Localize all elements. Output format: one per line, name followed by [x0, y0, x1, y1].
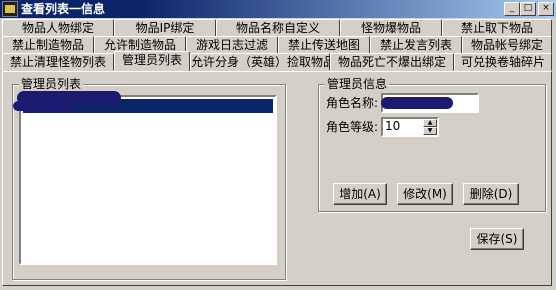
tab-item-player-bind[interactable]: 物品人物绑定 [2, 19, 114, 37]
add-button[interactable]: 增加(A) [333, 183, 387, 205]
admin-list-group: 管理员列表 [12, 77, 286, 280]
window-title: 查看列表一信息 [21, 2, 106, 16]
spin-down-icon[interactable]: ▼ [423, 127, 437, 135]
tab-monster-drop[interactable]: 怪物爆物品 [340, 19, 442, 37]
role-name-label: 角色名称: [326, 96, 379, 110]
spin-up-icon[interactable]: ▲ [423, 119, 437, 127]
tab-forbid-make-item[interactable]: 禁止制造物品 [2, 36, 94, 54]
tab-forbid-remove-item[interactable]: 禁止取下物品 [442, 19, 552, 37]
close-button[interactable]: × [538, 2, 554, 16]
role-level-stepper[interactable]: 10 ▲ ▼ [381, 117, 439, 137]
save-button[interactable]: 保存(S) [470, 228, 524, 250]
title-bar[interactable]: 查看列表一信息 _ □ × [0, 0, 556, 18]
main-window: 查看列表一信息 _ □ × 物品人物绑定 物品IP绑定 物品名称自定义 怪物爆物… [0, 0, 556, 290]
tab-item-account-bind[interactable]: 物品帐号绑定 [462, 36, 552, 54]
role-level-value: 10 [385, 119, 401, 133]
redaction-mark [381, 97, 453, 109]
level-spin-buttons[interactable]: ▲ ▼ [423, 119, 437, 135]
tab-log-filter[interactable]: 游戏日志过滤 [186, 36, 278, 54]
admin-info-label: 管理员信息 [325, 77, 390, 91]
admin-list-label: 管理员列表 [19, 77, 84, 91]
modify-button[interactable]: 修改(M) [397, 183, 453, 205]
admin-info-group: 管理员信息 角色名称: 角色等级: 10 ▲ ▼ 增加(A) 修改(M) 删除(… [318, 77, 546, 212]
tab-forbid-speak-list[interactable]: 禁止发言列表 [370, 36, 462, 54]
role-name-input[interactable] [381, 93, 479, 113]
tab-admin-list[interactable]: 管理员列表 [114, 51, 190, 71]
tab-forbid-teleport-map[interactable]: 禁止传送地图 [278, 36, 370, 54]
delete-button[interactable]: 删除(D) [463, 183, 519, 205]
tab-item-ip-bind[interactable]: 物品IP绑定 [114, 19, 216, 37]
app-icon [2, 1, 18, 17]
minimize-button[interactable]: _ [504, 2, 520, 16]
tab-allow-hero-pickup[interactable]: 允许分身（英雄）捡取物品 [190, 53, 335, 71]
tab-exchange-scroll-fragment[interactable]: 可兑换卷轴碎片 [454, 53, 552, 71]
tab-item-name-custom[interactable]: 物品名称自定义 [216, 19, 340, 37]
admin-listbox[interactable] [13, 91, 277, 265]
redaction-mark [13, 101, 73, 111]
tab-death-no-drop-bind[interactable]: 物品死亡不爆出绑定 [330, 53, 454, 71]
maximize-button[interactable]: □ [520, 2, 536, 16]
tab-forbid-clean-monster[interactable]: 禁止清理怪物列表 [2, 53, 114, 71]
role-level-label: 角色等级: [326, 120, 379, 134]
